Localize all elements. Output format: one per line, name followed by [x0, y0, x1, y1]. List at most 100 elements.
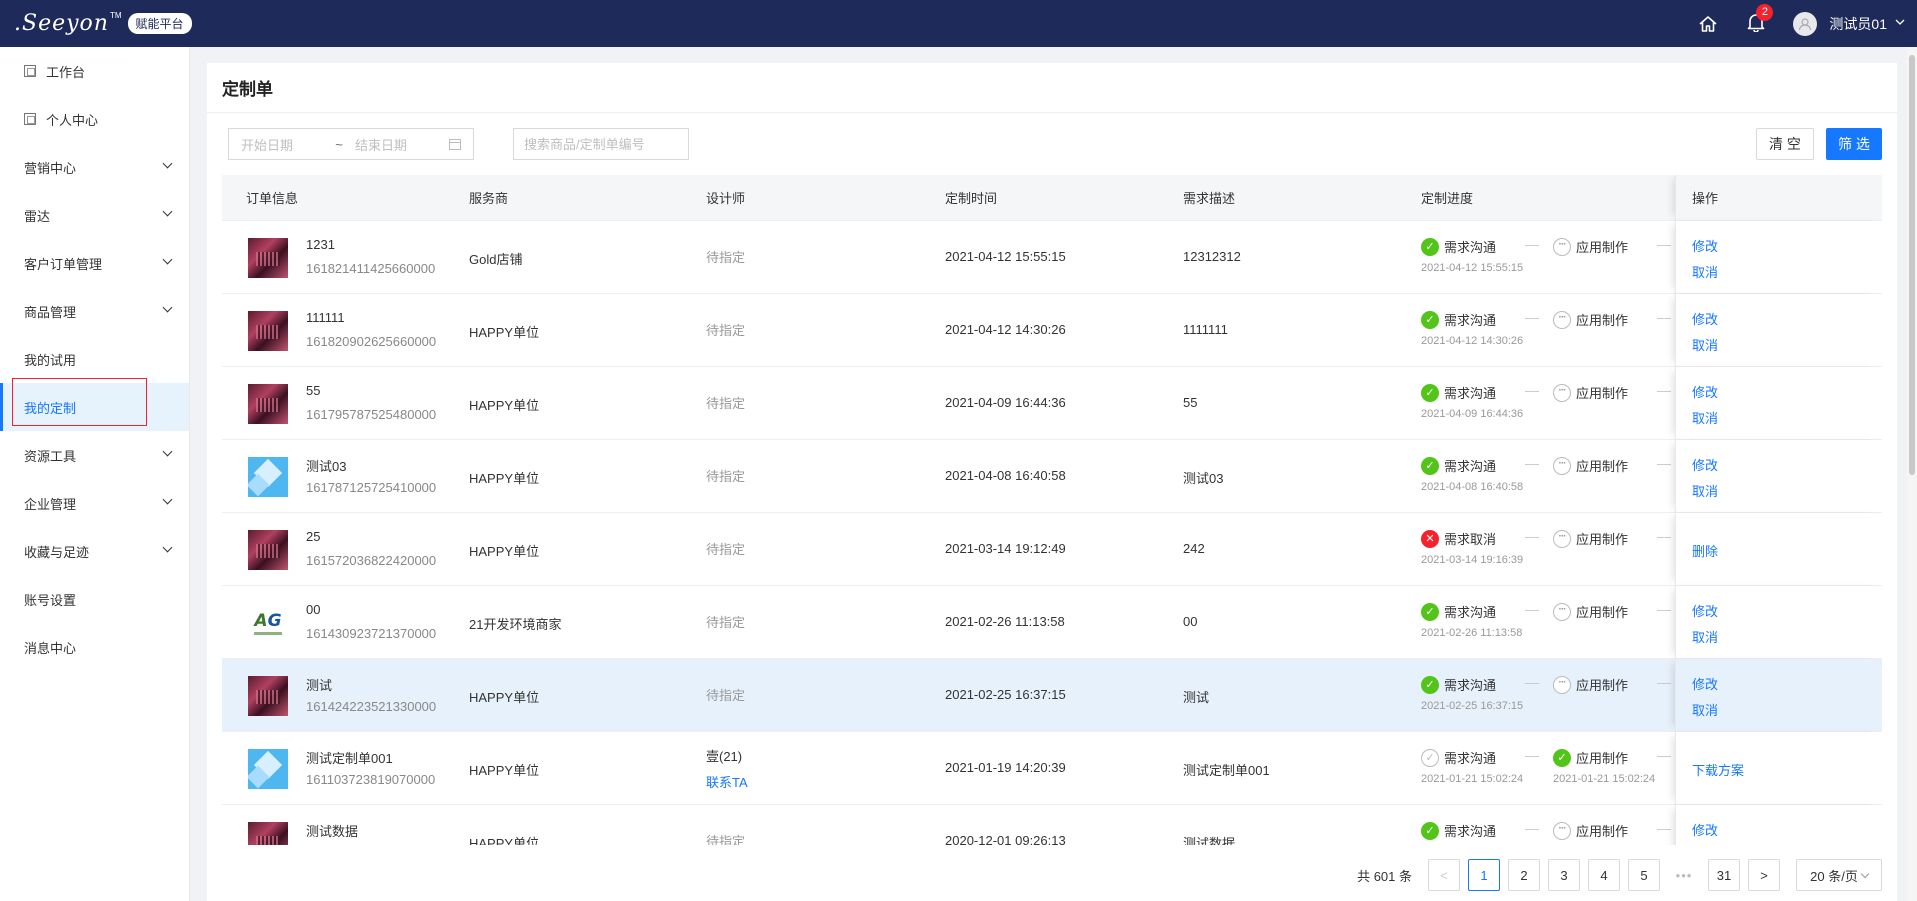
cancel-link[interactable]: 取消 [1692, 408, 1718, 427]
contact-designer-link[interactable]: 联系TA [706, 772, 748, 791]
page-size-select[interactable]: 20 条/页 [1796, 859, 1882, 891]
order-name[interactable]: 测试数据 [306, 821, 358, 840]
order-name[interactable]: 55 [306, 383, 320, 398]
end-date-input[interactable]: 结束日期 [355, 135, 443, 154]
sidebar-item-workbench[interactable]: 工作台 [0, 47, 189, 95]
prev-page-button[interactable]: < [1428, 859, 1460, 891]
edit-link[interactable]: 修改 [1692, 674, 1718, 693]
actions-cell [1675, 659, 1882, 731]
table-row[interactable]: 测试 161424223521330000 HAPPY单位 待指定 2021-02-25… [222, 659, 1882, 732]
order-name[interactable]: 1231 [306, 237, 335, 252]
scrollbar-thumb[interactable] [1909, 55, 1915, 475]
sidebar-item-my-trials[interactable]: 我的试用 [0, 335, 189, 383]
page-2-button[interactable]: 2 [1508, 859, 1540, 891]
order-number: 161430923721370000 [306, 626, 437, 641]
table-row[interactable]: 111111 161820902625660000 HAPPY单位 待指定 2021-0… [222, 294, 1882, 367]
sidebar-item-messages[interactable]: 消息中心 [0, 623, 189, 671]
cancel-link[interactable]: 取消 [1692, 335, 1718, 354]
order-name[interactable]: 111111 [306, 310, 345, 325]
user-menu[interactable]: 测试员01 [1793, 11, 1905, 36]
edit-link[interactable]: 修改 [1692, 455, 1718, 474]
progress-step-1: ✓ 需求沟通 [1421, 456, 1496, 475]
header-requirement: 需求描述 [1183, 191, 1236, 206]
notification-button[interactable]: 2 [1745, 3, 1774, 35]
action-link[interactable]: 下载方案 [1692, 760, 1744, 779]
step-label: 需求沟通 [1444, 459, 1497, 474]
order-name[interactable]: 测试 [306, 675, 332, 694]
cancel-link[interactable]: 取消 [1692, 627, 1718, 646]
cancel-link[interactable]: 取消 [1692, 481, 1718, 500]
step-label: 应用制作 [1576, 386, 1629, 401]
designer-name: 壹(21) [706, 749, 743, 764]
sidebar-item-account-settings[interactable]: 账号设置 [0, 575, 189, 623]
edit-link[interactable]: 修改 [1692, 820, 1718, 839]
next-page-button[interactable]: > [1748, 859, 1780, 891]
home-icon[interactable] [1697, 13, 1719, 35]
date-range-picker[interactable]: 开始日期 ~ 结束日期 [228, 128, 474, 160]
sidebar-item-customer-orders[interactable]: 客户订单管理 [0, 239, 189, 287]
step-pending-icon [1553, 237, 1571, 256]
service-provider: HAPPY单位 [469, 544, 540, 559]
sidebar-item-products[interactable]: 商品管理 [0, 287, 189, 335]
product-thumbnail[interactable] [248, 384, 288, 424]
sidebar-item-radar[interactable]: 雷达 [0, 191, 189, 239]
chevron-down-icon [1895, 18, 1905, 29]
sidebar-item-my-custom[interactable]: 我的定制 [0, 378, 189, 431]
last-page-button[interactable]: 31 [1708, 859, 1740, 891]
table-row[interactable]: 测试数据 HAPPY单位 待指定 2020-12-01 09:26:13 测试数据 ✓ 需求… [222, 805, 1882, 845]
start-date-input[interactable]: 开始日期 [241, 135, 331, 154]
page-scrollbar[interactable] [1907, 47, 1917, 901]
order-name[interactable]: 25 [306, 529, 320, 544]
product-thumbnail[interactable]: AG [248, 603, 288, 643]
sidebar-item-favorites[interactable]: 收藏与足迹 [0, 527, 189, 575]
sidebar-item-personal-center[interactable]: 个人中心 [0, 95, 189, 143]
edit-link[interactable]: 修改 [1692, 236, 1718, 255]
product-thumbnail[interactable] [248, 676, 288, 716]
page-3-button[interactable]: 3 [1548, 859, 1580, 891]
table-row[interactable]: 测试03 161787125725410000 HAPPY单位 待指定 2021-04-… [222, 440, 1882, 513]
product-thumbnail[interactable] [248, 311, 288, 351]
page-5-button[interactable]: 5 [1628, 859, 1660, 891]
logo[interactable]: .Seeyon TM 赋能平台 [14, 0, 192, 47]
table-row[interactable]: 1231 161821411425660000 Gold店铺 待指定 2021-04-1… [222, 221, 1882, 294]
header-designer: 设计师 [706, 191, 746, 206]
product-thumbnail[interactable] [248, 238, 288, 278]
sidebar-item-marketing[interactable]: 营销中心 [0, 143, 189, 191]
table-row[interactable]: 55 161795787525480000 HAPPY单位 待指定 2021-04-09… [222, 367, 1882, 440]
product-thumbnail[interactable] [248, 457, 288, 497]
order-name[interactable]: 测试03 [306, 456, 346, 475]
order-name[interactable]: 测试定制单001 [306, 748, 393, 767]
clear-button[interactable]: 清 空 [1756, 128, 1814, 160]
step-time: 2021-02-26 11:13:58 [1421, 627, 1523, 639]
sidebar-item-enterprise[interactable]: 企业管理 [0, 479, 189, 527]
cancel-link[interactable]: 取消 [1692, 700, 1718, 719]
edit-link[interactable]: 修改 [1692, 309, 1718, 328]
sidebar-item-label: 客户订单管理 [24, 256, 103, 272]
order-number: 161820902625660000 [306, 334, 437, 349]
table-row[interactable]: 测试定制单001 161103723819070000 HAPPY单位 壹(21) 联系… [222, 732, 1882, 805]
search-input[interactable] [524, 136, 688, 152]
filter-button[interactable]: 筛 选 [1826, 128, 1882, 160]
product-thumbnail[interactable] [248, 530, 288, 570]
sidebar-item-resource-tools[interactable]: 资源工具 [0, 431, 189, 479]
action-link[interactable]: 删除 [1692, 541, 1718, 560]
service-provider: Gold店铺 [469, 252, 523, 267]
cancel-link[interactable]: 取消 [1692, 262, 1718, 281]
page-ellipsis[interactable]: ••• [1668, 859, 1700, 891]
actions-cell [1675, 294, 1882, 366]
page-4-button[interactable]: 4 [1588, 859, 1620, 891]
edit-link[interactable]: 修改 [1692, 601, 1718, 620]
custom-time: 2020-12-01 09:26:13 [945, 833, 1066, 845]
order-name[interactable]: 00 [306, 602, 320, 617]
step-connector [1525, 245, 1539, 246]
page-1-button[interactable]: 1 [1468, 859, 1500, 891]
product-thumbnail[interactable] [248, 822, 288, 845]
table-row[interactable]: 25 161572036822420000 HAPPY单位 待指定 2021-03-14… [222, 513, 1882, 586]
product-thumbnail[interactable] [248, 749, 288, 789]
search-field[interactable] [513, 128, 689, 160]
progress-step-2: 应用制作 [1553, 821, 1628, 840]
order-number: 161424223521330000 [306, 699, 437, 714]
order-number: 161572036822420000 [306, 553, 437, 568]
table-row[interactable]: AG 00 161430923721370000 21开发环境商家 待指定 2021-02… [222, 586, 1882, 659]
edit-link[interactable]: 修改 [1692, 382, 1718, 401]
